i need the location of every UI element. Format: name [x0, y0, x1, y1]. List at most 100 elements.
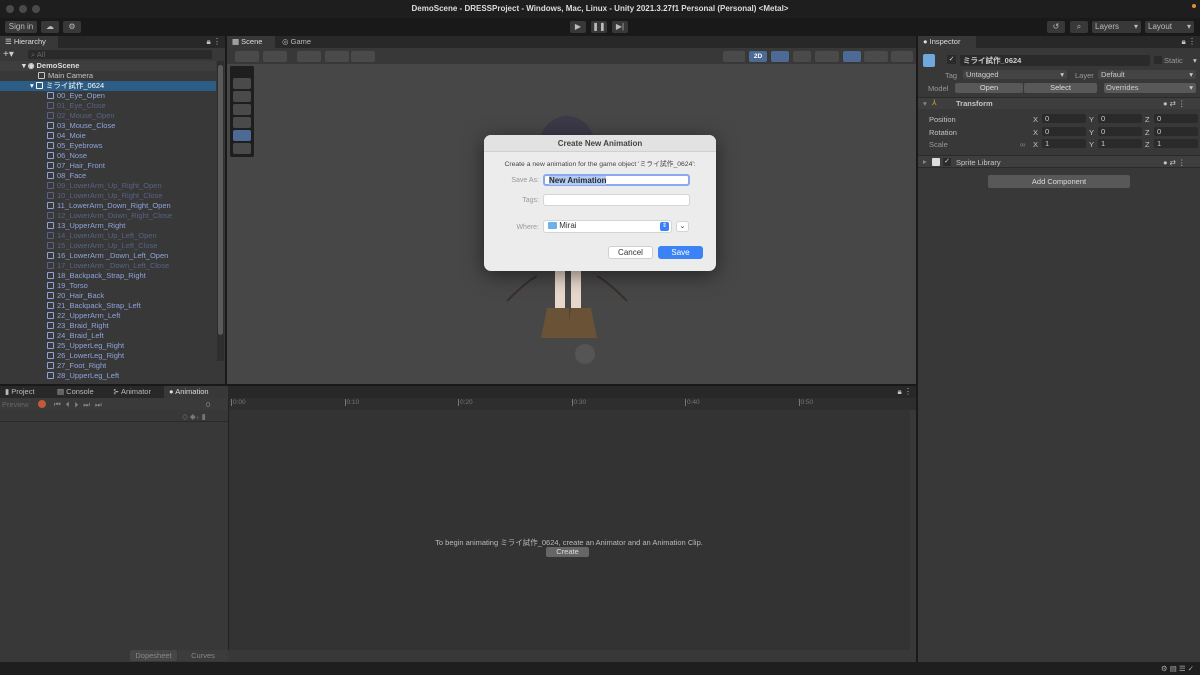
- transform-x-field[interactable]: 0: [1042, 114, 1086, 123]
- open-button[interactable]: Open: [955, 83, 1023, 93]
- where-dropdown[interactable]: Mirai ⇕: [543, 220, 672, 233]
- hierarchy-item[interactable]: 28_UpperLeg_Left: [0, 371, 216, 381]
- hierarchy-item[interactable]: 06_Nose: [0, 151, 216, 161]
- hierarchy-item[interactable]: 05_Eyebrows: [0, 141, 216, 151]
- static-checkbox[interactable]: [1154, 56, 1162, 64]
- hierarchy-item[interactable]: 14_LowerArm_Up_Left_Open: [0, 231, 216, 241]
- hierarchy-item[interactable]: 04_Moie: [0, 131, 216, 141]
- save-as-input[interactable]: New Animation: [543, 174, 690, 186]
- hierarchy-item[interactable]: 00_Eye_Open: [0, 91, 216, 101]
- hierarchy-item[interactable]: 03_Mouse_Close: [0, 121, 216, 131]
- dopesheet-tab[interactable]: Dopesheet: [130, 650, 177, 661]
- tag-dropdown[interactable]: Untagged ▾: [963, 70, 1067, 79]
- hierarchy-item[interactable]: 25_UpperLeg_Right: [0, 341, 216, 351]
- draw-mode-dropdown[interactable]: [235, 51, 259, 62]
- transform-z-field[interactable]: 1: [1154, 139, 1198, 148]
- history-icon[interactable]: ↺: [1047, 21, 1065, 33]
- keyframe-buttons[interactable]: ◇ ◆₊ ▮: [182, 412, 206, 421]
- transform-z-field[interactable]: 0: [1154, 114, 1198, 123]
- tab-hierarchy[interactable]: ☰ Hierarchy: [0, 36, 58, 48]
- search-icon[interactable]: ⌕: [1070, 21, 1088, 33]
- tags-input[interactable]: [543, 194, 690, 206]
- hierarchy-item[interactable]: 01_Eye_Close: [0, 101, 216, 111]
- overrides-dropdown[interactable]: Overrides ▾: [1104, 83, 1196, 93]
- hierarchy-item[interactable]: 15_LowerArm_Up_Left_Close: [0, 241, 216, 251]
- hand-tool-icon[interactable]: [233, 78, 251, 89]
- sprite-library-header[interactable]: ▸ ✓ Sprite Library ● ⇄ ⋮: [918, 155, 1200, 168]
- add-component-button[interactable]: Add Component: [988, 175, 1130, 188]
- sprite-library-checkbox[interactable]: ✓: [943, 158, 951, 166]
- save-button[interactable]: Save: [658, 246, 703, 259]
- layer-dropdown[interactable]: Default ▾: [1098, 70, 1196, 79]
- hierarchy-item[interactable]: 11_LowerArm_Down_Right_Open: [0, 201, 216, 211]
- hierarchy-item[interactable]: 09_LowerArm_Up_Right_Open: [0, 181, 216, 191]
- transform-z-field[interactable]: 0: [1154, 126, 1198, 136]
- hierarchy-item[interactable]: 27_Foot_Right: [0, 361, 216, 371]
- tab-animation[interactable]: ● Animation: [164, 386, 228, 398]
- frame-field[interactable]: 0: [206, 400, 210, 409]
- hierarchy-item[interactable]: 18_Backpack_Strap_Right: [0, 271, 216, 281]
- hierarchy-scrollbar[interactable]: [217, 61, 224, 361]
- hierarchy-search-input[interactable]: ⌕ All: [28, 50, 212, 59]
- effects-icon[interactable]: [815, 51, 839, 62]
- object-name-field[interactable]: ミライ試作_0624: [960, 55, 1150, 66]
- transform-y-field[interactable]: 0: [1098, 126, 1142, 136]
- layout-dropdown[interactable]: Layout ▾: [1145, 21, 1194, 33]
- scale-tool-icon[interactable]: [233, 117, 251, 128]
- hierarchy-item[interactable]: ▾ ミライ試作_0624: [0, 81, 216, 91]
- expand-browser-button[interactable]: ⌄: [676, 221, 689, 232]
- cancel-button[interactable]: Cancel: [608, 246, 653, 259]
- create-button[interactable]: Create: [546, 547, 589, 557]
- audio-icon[interactable]: [793, 51, 811, 62]
- playback-buttons[interactable]: ⏮⏴⏵⏭⏭: [54, 400, 107, 410]
- hierarchy-item[interactable]: 22_UpperArm_Left: [0, 311, 216, 321]
- hierarchy-item[interactable]: Main Camera: [0, 71, 216, 81]
- transform-y-field[interactable]: 1: [1098, 139, 1142, 148]
- layers-dropdown[interactable]: Layers ▾: [1092, 21, 1141, 33]
- increment-snap-icon[interactable]: [325, 51, 349, 62]
- gizmos-icon[interactable]: [891, 51, 913, 62]
- hidden-objects-icon[interactable]: [843, 51, 861, 62]
- transform-x-field[interactable]: 1: [1042, 139, 1086, 148]
- camera-icon[interactable]: [864, 51, 888, 62]
- tab-inspector[interactable]: ● Inspector: [918, 36, 976, 48]
- curves-tab[interactable]: Curves: [178, 650, 228, 661]
- cloud-icon[interactable]: ☁: [41, 21, 59, 33]
- hierarchy-item[interactable]: 16_LowerArm _Down_Left_Open: [0, 251, 216, 261]
- add-object-button[interactable]: +▾: [3, 50, 14, 60]
- grid-snap-icon[interactable]: [297, 51, 321, 62]
- tab-game[interactable]: ◎ Game: [277, 36, 321, 48]
- record-button[interactable]: [38, 400, 46, 408]
- render-mode-icon[interactable]: [351, 51, 375, 62]
- step-button[interactable]: ▶|: [612, 21, 628, 33]
- tab-animator[interactable]: ⊱ Animator: [108, 386, 156, 398]
- tab-project[interactable]: ▮ Project: [0, 386, 40, 398]
- play-button[interactable]: ▶: [570, 21, 586, 33]
- active-checkbox[interactable]: ✓: [947, 55, 956, 64]
- hierarchy-item[interactable]: 12_LowerArm_Down_Right_Close: [0, 211, 216, 221]
- static-dropdown-icon[interactable]: ▾: [1193, 56, 1197, 65]
- settings-icon[interactable]: ⚙: [63, 21, 81, 33]
- component-menu-icons[interactable]: ● ⇄ ⋮: [1163, 99, 1185, 108]
- transform-x-field[interactable]: 0: [1042, 126, 1086, 136]
- pause-button[interactable]: ❚❚: [591, 21, 607, 33]
- transform-y-field[interactable]: 0: [1098, 114, 1142, 123]
- timeline-ruler[interactable]: 0:00 0:10 0:20 0:30 0:40 0:50: [228, 398, 916, 410]
- hierarchy-item[interactable]: 23_Braid_Right: [0, 321, 216, 331]
- hierarchy-item[interactable]: 10_LowerArm_Up_Right_Close: [0, 191, 216, 201]
- hierarchy-item[interactable]: 26_LowerLeg_Right: [0, 351, 216, 361]
- constrain-proportions-icon[interactable]: ∞: [1020, 140, 1025, 149]
- hierarchy-item[interactable]: 24_Braid_Left: [0, 331, 216, 341]
- hierarchy-item[interactable]: 17_LowerArm _Down_Left_Close: [0, 261, 216, 271]
- hierarchy-item[interactable]: 08_Face: [0, 171, 216, 181]
- rect-tool-icon[interactable]: [233, 130, 251, 141]
- transform-header[interactable]: ▾ ⅄ Transform ● ⇄ ⋮: [918, 97, 1200, 109]
- hierarchy-item[interactable]: 20_Hair_Back: [0, 291, 216, 301]
- 2d-toggle[interactable]: 2D: [749, 51, 767, 62]
- panel-menu-icon[interactable]: 🔒︎ ⋮: [898, 387, 912, 397]
- panel-menu-icon[interactable]: 🔒︎ ⋮: [207, 37, 221, 47]
- hierarchy-item[interactable]: 21_Backpack_Strap_Left: [0, 301, 216, 311]
- component-menu-icons[interactable]: ● ⇄ ⋮: [1163, 158, 1185, 167]
- hierarchy-item[interactable]: 07_Hair_Front: [0, 161, 216, 171]
- hierarchy-item[interactable]: 19_Torso: [0, 281, 216, 291]
